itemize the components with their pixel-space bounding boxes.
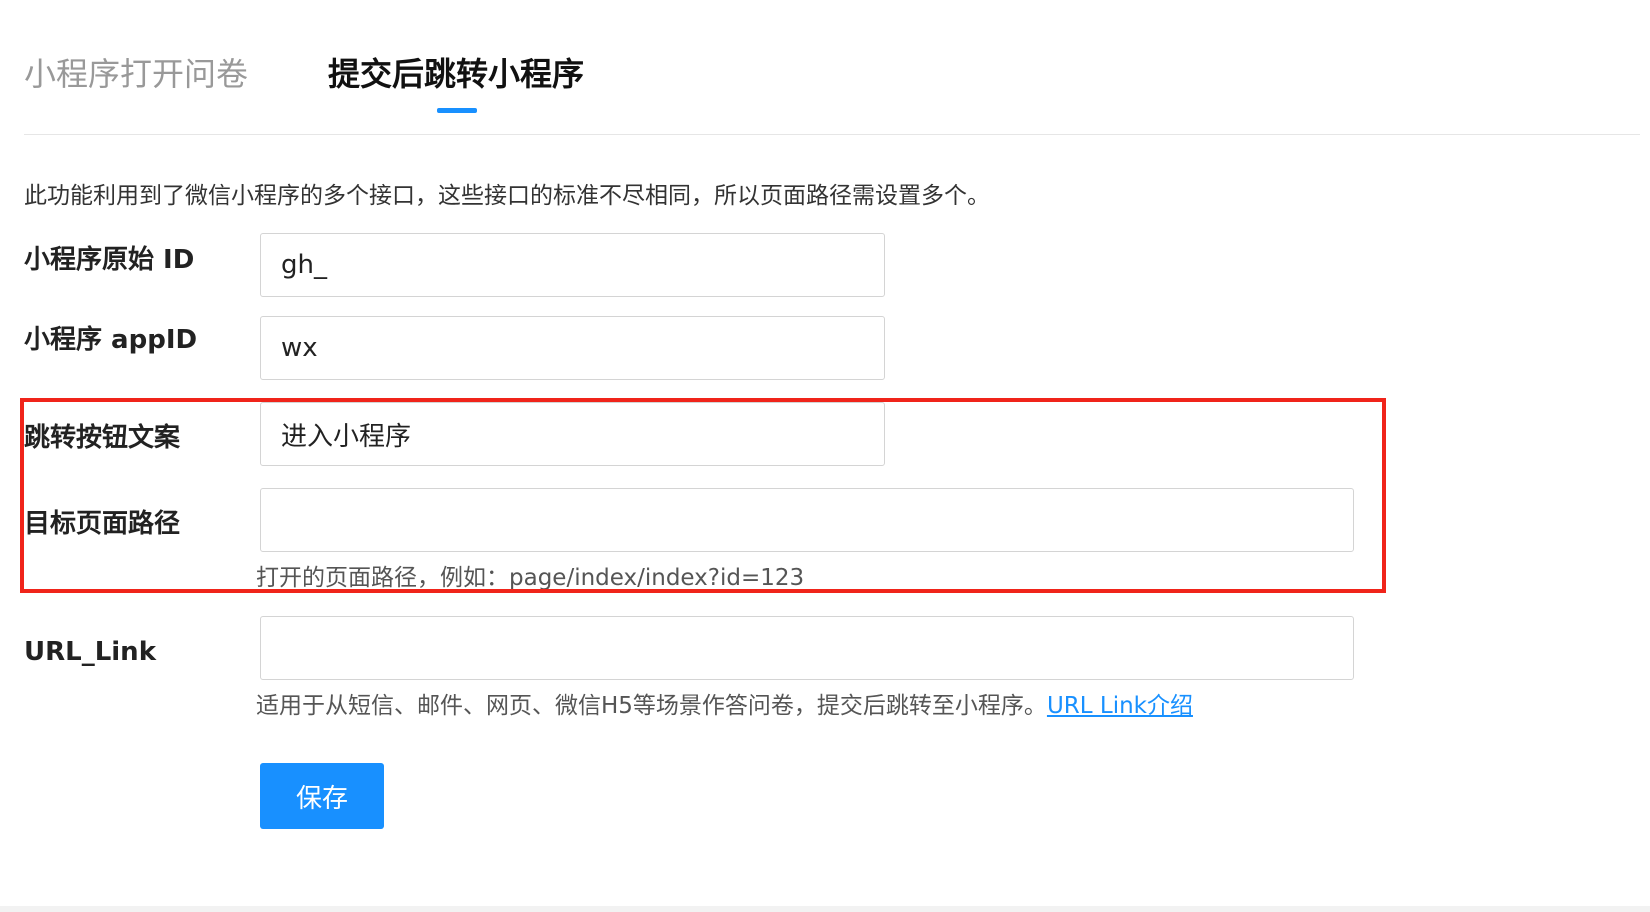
- url-link-hint: 适用于从短信、邮件、网页、微信H5等场景作答问卷，提交后跳转至小程序。URL L…: [256, 688, 1193, 724]
- app-id-input[interactable]: [260, 316, 885, 380]
- button-text-label: 跳转按钮文案: [24, 423, 181, 453]
- url-link-hint-text: 适用于从短信、邮件、网页、微信H5等场景作答问卷，提交后跳转至小程序。: [256, 693, 1047, 719]
- url-link-input[interactable]: [260, 616, 1354, 680]
- app-id-label: 小程序 appID: [24, 325, 198, 355]
- tab-jump-after-submit[interactable]: 提交后跳转小程序: [328, 52, 584, 96]
- target-path-input[interactable]: [260, 488, 1354, 552]
- tab-open-survey[interactable]: 小程序打开问卷: [24, 52, 248, 96]
- save-button[interactable]: 保存: [260, 763, 384, 829]
- url-link-label: URL_Link: [24, 637, 156, 667]
- feature-description: 此功能利用到了微信小程序的多个接口，这些接口的标准不尽相同，所以页面路径需设置多…: [24, 183, 990, 209]
- original-id-input[interactable]: [260, 233, 885, 297]
- target-path-label: 目标页面路径: [24, 509, 181, 539]
- original-id-label: 小程序原始 ID: [24, 245, 195, 275]
- bottom-divider: [0, 906, 1650, 912]
- button-text-input[interactable]: [260, 402, 885, 466]
- url-link-help-link[interactable]: URL Link介绍: [1047, 693, 1193, 719]
- tab-divider: [24, 134, 1640, 135]
- active-tab-indicator: [437, 108, 477, 113]
- target-path-hint: 打开的页面路径，例如：page/index/index?id=123: [256, 565, 805, 591]
